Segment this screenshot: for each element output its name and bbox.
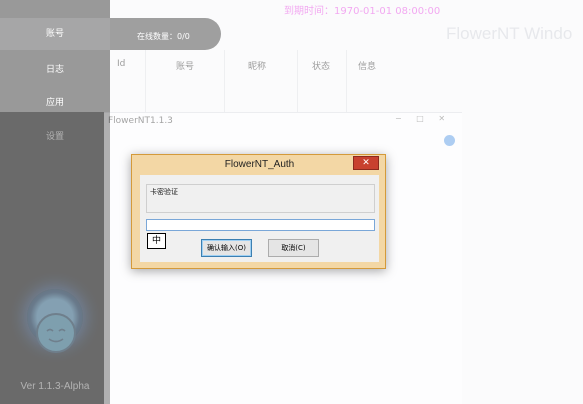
dialog-title: FlowerNT_Auth <box>224 159 295 170</box>
prompt-group <box>146 184 375 213</box>
cancel-button[interactable]: 取消(C) <box>268 239 319 257</box>
sidebar-dim-overlay <box>0 112 110 404</box>
confirm-button[interactable]: 确认输入(O) <box>201 239 252 257</box>
column-header-info[interactable]: 信息 <box>358 59 376 72</box>
column-header-nickname[interactable]: 昵称 <box>248 59 266 72</box>
column-header-status[interactable]: 状态 <box>312 59 330 72</box>
column-header-account[interactable]: 账号 <box>176 59 194 72</box>
sidebar-item-account[interactable]: 账号 <box>0 18 110 50</box>
close-button[interactable]: ✕ <box>353 156 379 170</box>
card-key-input[interactable] <box>146 219 375 231</box>
expire-time: 到期时间：1970-01-01 08:00:00 <box>284 6 441 17</box>
inner-window-controls[interactable]: − □ ✕ <box>395 114 451 123</box>
help-icon[interactable] <box>444 135 455 146</box>
dialog-body: 卡密验证 中 确认输入(O) 取消(C) <box>140 175 379 262</box>
app-title: FlowerNT Windo <box>446 24 573 43</box>
inner-window-title: FlowerNT1.1.3 <box>108 116 173 126</box>
sidebar-item-logs[interactable]: 日志 <box>0 54 110 86</box>
ime-indicator[interactable]: 中 <box>147 233 166 249</box>
prompt-label: 卡密验证 <box>150 188 178 196</box>
auth-dialog: FlowerNT_Auth ✕ 卡密验证 中 确认输入(O) 取消(C) <box>131 154 386 269</box>
column-header-id[interactable]: Id <box>117 59 125 69</box>
online-count: 在线数量：0/0 <box>137 32 190 41</box>
